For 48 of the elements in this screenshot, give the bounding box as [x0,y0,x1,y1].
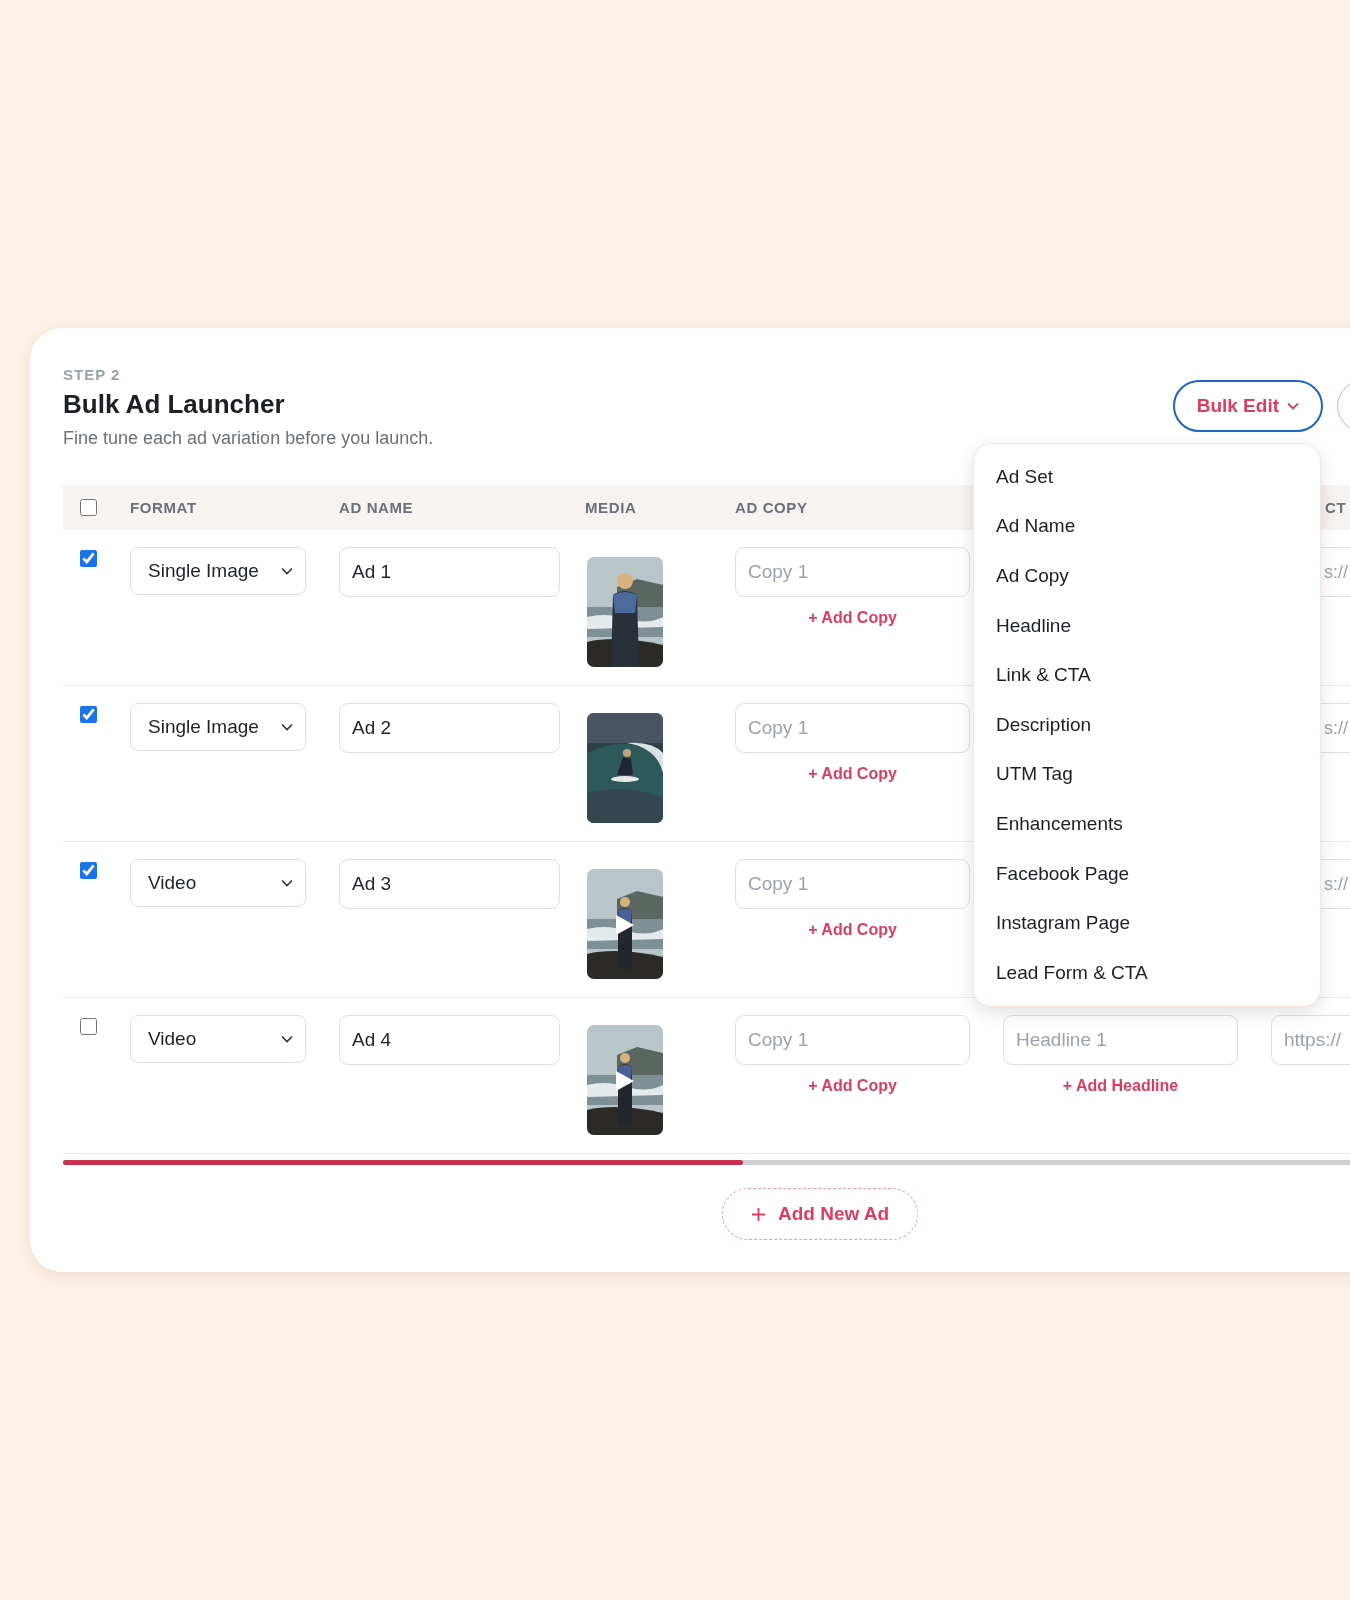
menu-item[interactable]: Facebook Page [974,848,1320,899]
menu-item[interactable]: Ad Copy [974,551,1320,601]
ad-name-field[interactable]: Ad 3 [339,859,560,909]
menu-item[interactable]: Headline [974,600,1320,651]
menu-item[interactable]: Link & CTA [974,650,1320,700]
format-select[interactable]: Video [130,1015,306,1063]
page-title: Bulk Ad Launcher [63,389,286,420]
chevron-down-icon [281,1035,293,1043]
row-checkbox[interactable] [80,550,97,567]
format-select[interactable]: Single Image [130,547,306,595]
column-header: AD COPY [735,499,809,516]
play-icon[interactable] [615,1070,635,1092]
add-new-ad-button[interactable]: Add New Ad [722,1188,919,1240]
menu-item[interactable]: Ad Set [974,452,1320,502]
column-header: FORMAT [130,499,198,516]
column-header: MEDIA [585,499,638,516]
menu-item[interactable]: Enhancements [974,799,1320,849]
row-checkbox[interactable] [80,1018,97,1035]
bulk-edit-button[interactable]: Bulk Edit [1172,380,1323,432]
menu-item[interactable]: Ad Name [974,501,1320,552]
column-header: CT [1324,499,1348,516]
menu-item[interactable]: Instagram Page [974,898,1320,948]
ad-name-field[interactable]: Ad 4 [339,1015,560,1065]
add-headline-link[interactable]: + Add Headline [1062,1077,1179,1095]
menu-item[interactable]: Description [974,699,1320,750]
chevron-down-icon [281,723,293,731]
play-icon[interactable] [615,914,635,936]
chevron-down-icon [281,879,293,887]
format-select[interactable]: Video [130,859,306,907]
add-copy-link[interactable]: + Add Copy [808,609,897,627]
select-all-checkbox[interactable] [80,499,97,516]
chevron-down-icon [1287,402,1299,410]
add-copy-link[interactable]: + Add Copy [808,921,897,939]
menu-item[interactable]: Lead Form & CTA [974,947,1320,998]
plus-icon [751,1206,766,1222]
page-subtitle: Fine tune each ad variation before you launch. [63,428,434,449]
row-checkbox[interactable] [80,706,97,723]
ad-name-field[interactable]: Ad 1 [339,547,560,597]
ad-name-field[interactable]: Ad 2 [339,703,560,753]
scrollbar[interactable] [63,1160,1350,1165]
add-copy-link[interactable]: + Add Copy [808,765,897,783]
step-label: STEP 2 [63,366,122,383]
add-copy-link[interactable]: + Add Copy [808,1077,897,1095]
menu-item[interactable]: UTM Tag [974,749,1320,800]
column-header: AD NAME [339,499,415,516]
format-select[interactable]: Single Image [130,703,306,751]
chevron-down-icon [281,567,293,575]
row-checkbox[interactable] [80,862,97,879]
